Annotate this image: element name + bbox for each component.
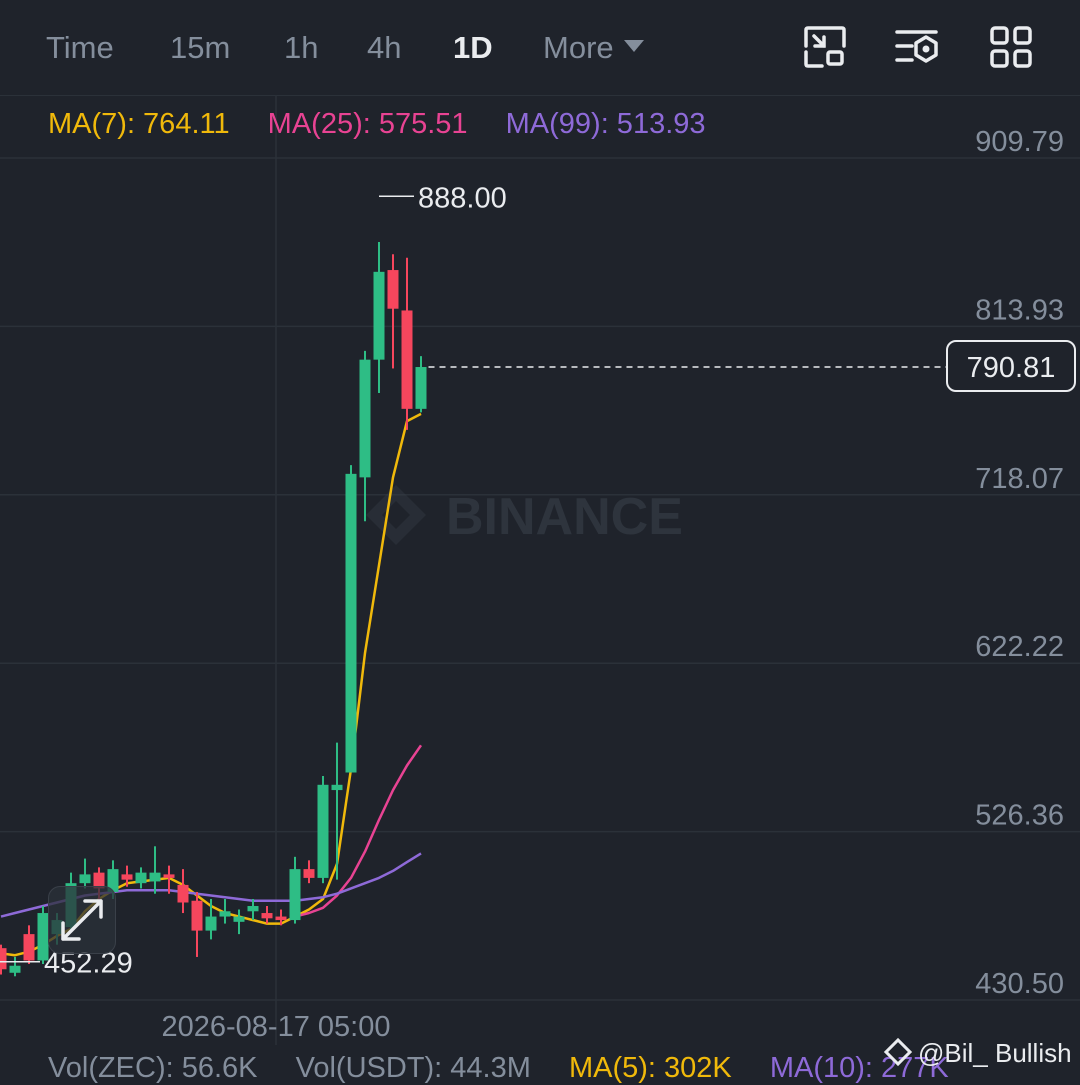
y-tick-label: 622.22 <box>975 631 1064 663</box>
candle-body <box>9 965 21 973</box>
ma-legend: MA(7): 764.11 MA(25): 575.51 MA(99): 513… <box>48 106 736 142</box>
candles <box>0 241 427 977</box>
tab-1h[interactable]: 1h <box>284 28 318 68</box>
candle-body <box>23 934 35 961</box>
candle-body <box>387 270 399 309</box>
candle-body <box>149 872 161 882</box>
candle-body <box>135 872 147 884</box>
chevron-down-icon <box>623 39 644 52</box>
tab-15m[interactable]: 15m <box>170 28 230 68</box>
toolbar: Time 15m 1h 4h 1D More <box>0 0 1080 95</box>
expand-button[interactable] <box>48 886 116 954</box>
y-tick-label: 430.50 <box>975 968 1064 1000</box>
y-tick-label: 813.93 <box>975 294 1064 326</box>
vol-zec: Vol(ZEC): 56.6K <box>48 1052 258 1084</box>
tab-4h[interactable]: 4h <box>367 28 401 68</box>
expand-arrows-icon <box>61 899 103 941</box>
tab-1d[interactable]: 1D <box>453 28 493 68</box>
user-watermark-text: @Bil_ Bullish <box>918 1038 1072 1068</box>
candle-body <box>415 367 427 409</box>
vol-usdt: Vol(USDT): 44.3M <box>295 1052 531 1084</box>
chart-grid <box>0 95 1080 1045</box>
current-price-tag[interactable]: 790.81 <box>946 340 1076 392</box>
candle-body <box>275 916 287 921</box>
grid-layout-icon[interactable] <box>988 24 1034 70</box>
price-chart[interactable]: BINANCE 888.00452.292026-08-17 05:00 909… <box>0 95 1080 1045</box>
candle-body <box>359 359 371 478</box>
candle-body <box>121 874 133 880</box>
y-tick-label: 718.07 <box>975 463 1064 495</box>
vol-ma5: MA(5): 302K <box>568 1052 732 1084</box>
volume-legend: Vol(ZEC): 56.6K Vol(USDT): 44.3M MA(5): … <box>48 1052 979 1085</box>
candle-body <box>247 906 259 912</box>
candle-body <box>317 784 329 878</box>
y-tick-label: 909.79 <box>975 126 1064 158</box>
candle-body <box>261 913 273 919</box>
ma7-legend: MA(7): 764.11 <box>48 108 230 140</box>
candle-body <box>303 869 315 878</box>
tab-more[interactable]: More <box>543 28 644 68</box>
candle-body <box>177 884 189 903</box>
candle-body <box>331 784 343 791</box>
tab-time[interactable]: Time <box>46 28 114 68</box>
candle-body <box>401 310 413 409</box>
candle-body <box>289 869 301 921</box>
candle-body <box>79 874 91 884</box>
candle-body <box>219 911 231 917</box>
indicator-settings-icon[interactable] <box>894 24 940 70</box>
candle-body <box>191 900 203 931</box>
user-watermark: @Bil_ Bullish <box>883 1037 1072 1069</box>
binance-logo-icon <box>883 1037 913 1067</box>
candle-body <box>373 271 385 360</box>
y-axis-ticks: 909.79 813.93 718.07 622.22 526.36 430.50 <box>975 126 1064 1000</box>
candle-body <box>233 916 245 922</box>
binance-watermark-text: BINANCE <box>446 488 683 546</box>
y-tick-label: 526.36 <box>975 800 1064 832</box>
high-price-label: 888.00 <box>418 182 507 214</box>
candle-body <box>163 874 175 878</box>
ma99-legend: MA(99): 513.93 <box>505 108 706 140</box>
time-axis-label: 2026-08-17 05:00 <box>162 1011 391 1043</box>
candle-body <box>205 916 217 931</box>
candle-body <box>0 948 7 970</box>
chart-window-icon[interactable] <box>802 24 848 70</box>
ma25-legend: MA(25): 575.51 <box>267 108 468 140</box>
tab-more-label: More <box>543 30 614 65</box>
candle-body <box>345 473 357 773</box>
annotations: 888.00452.292026-08-17 05:00 <box>0 182 946 1043</box>
